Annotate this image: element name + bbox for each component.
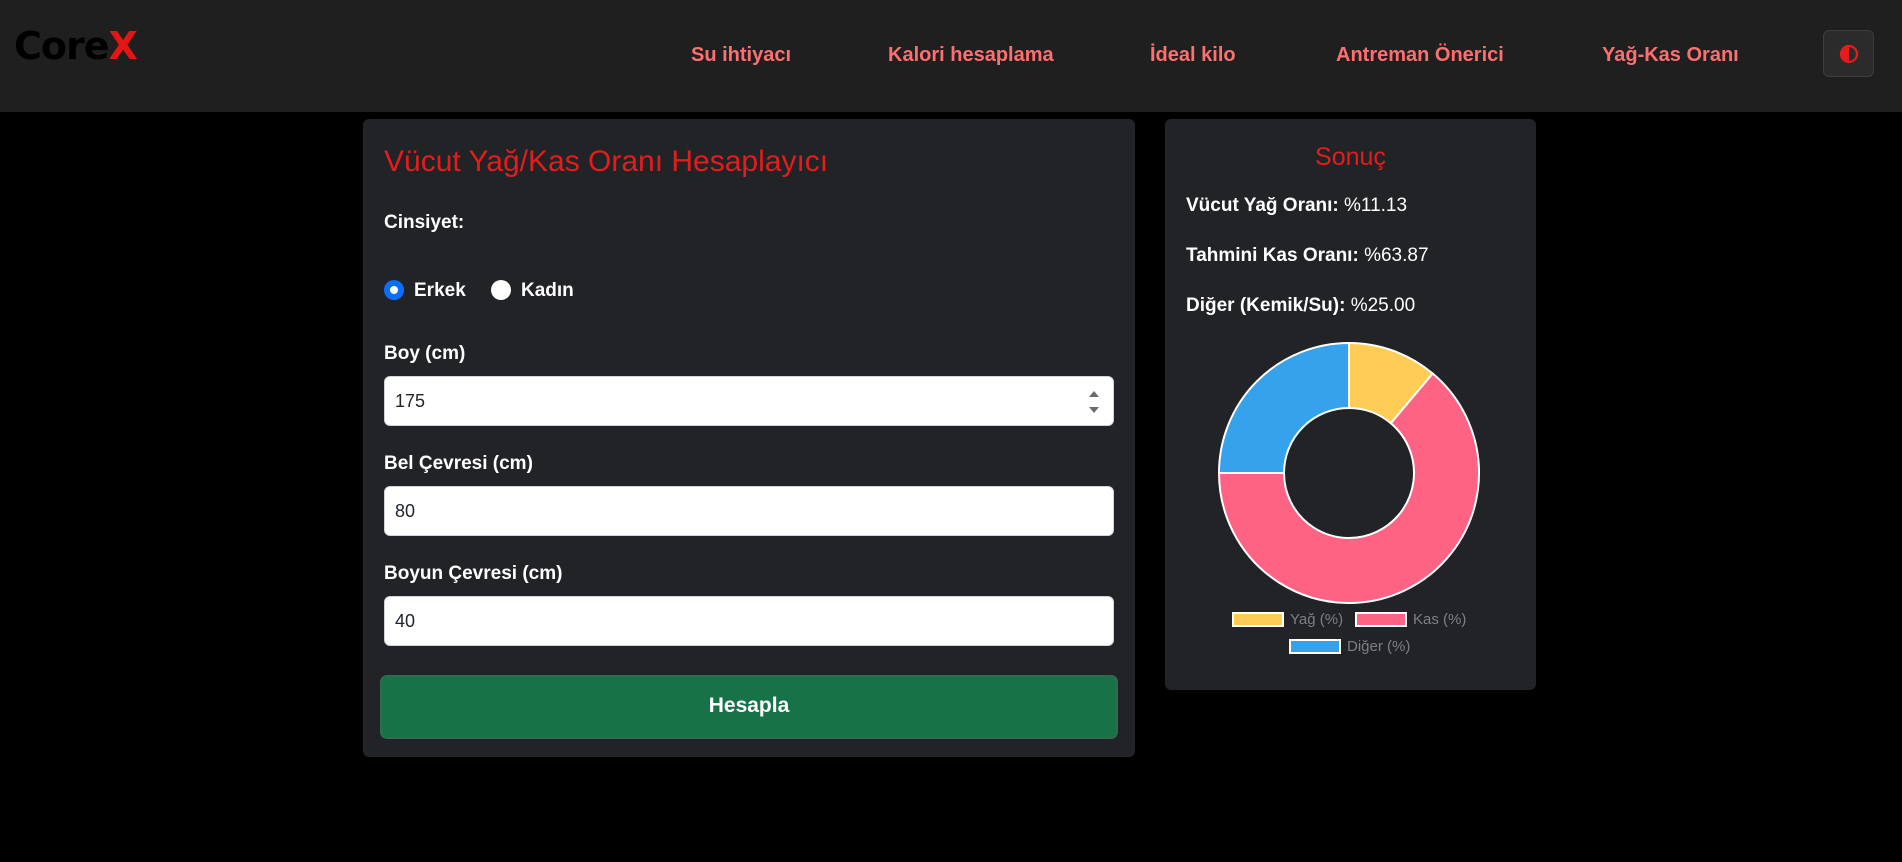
gender-label: Cinsiyet: xyxy=(384,212,465,233)
legend-swatch-fat xyxy=(1232,612,1284,627)
nav-link-calorie[interactable]: Kalori hesaplama xyxy=(888,44,1054,67)
number-spinner-icon[interactable] xyxy=(1088,388,1100,416)
radio-male-label[interactable]: Erkek xyxy=(414,280,466,302)
nav-link-ideal-weight[interactable]: İdeal kilo xyxy=(1150,44,1236,67)
theme-toggle-button[interactable] xyxy=(1823,30,1874,77)
calculator-card: Vücut Yağ/Kas Oranı Hesaplayıcı Cinsiyet… xyxy=(363,119,1135,757)
nav-link-workout[interactable]: Antreman Önerici xyxy=(1336,44,1504,67)
neck-input[interactable]: 40 xyxy=(384,596,1114,646)
height-label: Boy (cm) xyxy=(384,343,466,364)
muscle-ratio-line: Tahmini Kas Oranı: %63.87 xyxy=(1186,245,1429,267)
waist-input[interactable]: 80 xyxy=(384,486,1114,536)
result-title: Sonuç xyxy=(1315,143,1386,171)
legend-label-fat: Yağ (%) xyxy=(1290,611,1344,628)
brand-accent: X xyxy=(108,24,138,68)
fat-ratio-line: Vücut Yağ Oranı: %11.13 xyxy=(1186,195,1407,217)
waist-label: Bel Çevresi (cm) xyxy=(384,453,533,474)
nav-link-water[interactable]: Su ihtiyacı xyxy=(691,44,791,67)
result-card: Sonuç Vücut Yağ Oranı: %11.13 Tahmini Ka… xyxy=(1165,119,1536,690)
nav-link-fat-muscle[interactable]: Yağ-Kas Oranı xyxy=(1602,44,1739,67)
neck-label: Boyun Çevresi (cm) xyxy=(384,563,563,584)
height-input-value: 175 xyxy=(395,391,426,411)
legend-swatch-muscle xyxy=(1355,612,1407,627)
chart-slice-other[interactable] xyxy=(1217,341,1350,474)
radio-female-label[interactable]: Kadın xyxy=(521,280,574,302)
radio-male[interactable] xyxy=(384,280,404,300)
contrast-icon xyxy=(1839,44,1859,64)
other-ratio-label: Diğer (Kemik/Su): xyxy=(1186,295,1346,316)
legend-label-muscle: Kas (%) xyxy=(1413,611,1467,628)
navbar: CoreX Su ihtiyacı Kalori hesaplama İdeal… xyxy=(0,0,1902,112)
legend-swatch-other xyxy=(1289,639,1341,654)
height-input[interactable]: 175 xyxy=(384,376,1114,426)
fat-ratio-label: Vücut Yağ Oranı: xyxy=(1186,195,1339,216)
calculate-button[interactable]: Hesapla xyxy=(380,675,1118,739)
neck-input-value: 40 xyxy=(395,611,416,631)
legend-label-other: Diğer (%) xyxy=(1347,638,1411,655)
form-title: Vücut Yağ/Kas Oranı Hesaplayıcı xyxy=(384,145,829,178)
radio-female[interactable] xyxy=(491,280,511,300)
muscle-ratio-value: %63.87 xyxy=(1364,245,1429,266)
brand-main: Core xyxy=(14,24,110,68)
waist-input-value: 80 xyxy=(395,501,416,521)
fat-ratio-value: %11.13 xyxy=(1344,195,1408,216)
other-ratio-value: %25.00 xyxy=(1350,295,1416,316)
doughnut-chart xyxy=(1217,341,1480,604)
brand-logo[interactable]: CoreX xyxy=(14,24,138,68)
other-ratio-line: Diğer (Kemik/Su): %25.00 xyxy=(1186,295,1415,317)
muscle-ratio-label: Tahmini Kas Oranı: xyxy=(1186,245,1359,266)
